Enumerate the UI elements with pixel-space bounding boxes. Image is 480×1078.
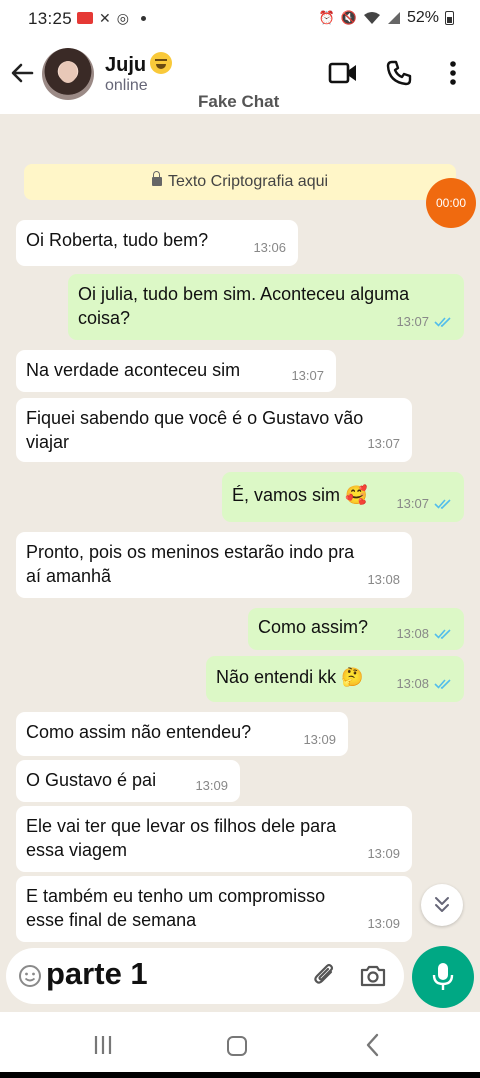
system-back-icon[interactable] — [362, 1032, 384, 1058]
message-time: 13:08 — [367, 572, 400, 587]
message-bubble-incoming[interactable]: O Gustavo é pai 13:09 — [16, 760, 240, 802]
message-text: Não entendi kk 🤔 — [216, 667, 364, 687]
recent-apps-icon[interactable] — [92, 1034, 114, 1056]
grinning-emoji-icon — [150, 52, 173, 74]
message-text: Fiquei sabendo que você é o Gustavo vão v… — [26, 408, 364, 452]
message-text: O Gustavo é pai — [26, 770, 157, 790]
message-time: 13:07 — [396, 496, 429, 511]
message-text: Como assim não entendeu? — [26, 722, 252, 742]
message-text: Ele vai ter que levar os filhos dele par… — [26, 816, 337, 860]
signal-icon — [387, 12, 400, 24]
message-time: 13:09 — [367, 846, 400, 861]
message-text: Oi Roberta, tudo bem? — [26, 230, 209, 250]
message-meta: 13:08 — [367, 568, 400, 592]
chat-header: Juju online Fake Chat — [0, 38, 480, 114]
status-notification-icons: ✕ ◎ — [77, 10, 146, 26]
recording-timer-badge: 00:00 — [426, 178, 476, 228]
message-text: Oi julia, tudo bem sim. Aconteceu alguma… — [78, 284, 410, 328]
message-time: 13:07 — [291, 368, 324, 383]
message-time: 13:09 — [367, 916, 400, 931]
message-text: É, vamos sim 🥰 — [232, 485, 368, 505]
message-time: 13:06 — [253, 240, 286, 255]
contact-status: online — [105, 77, 148, 94]
contact-name-wrap[interactable]: Juju — [105, 52, 173, 77]
double-check-icon — [434, 317, 451, 327]
message-bubble-outgoing[interactable]: Oi julia, tudo bem sim. Aconteceu alguma… — [68, 274, 464, 340]
message-time: 13:07 — [396, 314, 429, 329]
message-text: Na verdade aconteceu sim — [26, 360, 241, 380]
mic-icon — [432, 963, 454, 990]
instagram-icon: ◎ — [116, 10, 129, 26]
message-text: E também eu tenho um compromisso esse fin… — [26, 886, 326, 930]
message-time: 13:09 — [303, 732, 336, 747]
message-bubble-incoming[interactable]: Ele vai ter que levar os filhos dele par… — [16, 806, 412, 872]
video-call-icon[interactable] — [328, 60, 358, 86]
message-time: 13:08 — [396, 626, 429, 641]
message-meta: 13:08 — [396, 672, 452, 696]
capcut-icon: ✕ — [99, 10, 111, 26]
message-time: 13:09 — [195, 778, 228, 793]
message-list[interactable]: Texto Criptografia aqui 00:00 Oi Roberta… — [0, 114, 480, 944]
camera-icon[interactable] — [359, 962, 387, 990]
battery-icon — [445, 11, 454, 25]
chat-screen: 13:25 ✕ ◎ ⏰ 🔇 52% Juju online Fake Chat — [0, 0, 480, 1078]
encryption-notice[interactable]: Texto Criptografia aqui — [24, 164, 456, 200]
voice-call-icon[interactable] — [385, 59, 413, 87]
status-system-icons: ⏰ 🔇 52% — [319, 9, 454, 27]
message-input[interactable]: parte 1 — [46, 956, 148, 992]
more-options-icon[interactable] — [441, 58, 465, 88]
message-bubble-incoming[interactable]: Como assim não entendeu? 13:09 — [16, 712, 348, 756]
message-meta: 13:09 — [303, 728, 336, 752]
voice-record-button[interactable] — [412, 946, 474, 1008]
message-time: 13:08 — [396, 676, 429, 691]
status-bar: 13:25 ✕ ◎ ⏰ 🔇 52% — [0, 0, 480, 38]
contact-name[interactable]: Juju — [105, 54, 146, 76]
message-bubble-incoming[interactable]: E também eu tenho um compromisso esse fin… — [16, 876, 412, 942]
message-meta: 13:07 — [396, 310, 452, 334]
attach-icon[interactable] — [311, 962, 339, 990]
message-bubble-outgoing[interactable]: Como assim? 13:08 — [248, 608, 464, 650]
message-meta: 13:09 — [367, 912, 400, 936]
message-meta: 13:07 — [367, 432, 400, 456]
screen-record-icon — [77, 12, 93, 24]
message-time: 13:07 — [367, 436, 400, 451]
battery-percent: 52% — [406, 9, 439, 26]
message-meta: 13:09 — [367, 842, 400, 866]
message-composer[interactable]: parte 1 — [6, 948, 404, 1004]
message-meta: 13:09 — [195, 774, 228, 798]
watermark-label: Fake Chat — [198, 92, 280, 111]
avatar[interactable] — [42, 48, 94, 100]
emoji-icon[interactable] — [18, 964, 42, 988]
message-meta: 13:07 — [291, 364, 324, 388]
message-bubble-incoming[interactable]: Na verdade aconteceu sim 13:07 — [16, 350, 336, 392]
more-notifications-icon — [140, 15, 146, 21]
lock-icon — [151, 171, 162, 186]
message-meta: 13:07 — [396, 492, 452, 516]
double-check-icon — [434, 629, 451, 639]
mute-icon: 🔇 — [340, 10, 357, 25]
message-bubble-incoming[interactable]: Pronto, pois os meninos estarão indo pra… — [16, 532, 412, 598]
back-arrow-icon[interactable] — [8, 59, 36, 87]
message-bubble-incoming[interactable]: Fiquei sabendo que você é o Gustavo vão v… — [16, 398, 412, 462]
encryption-text: Texto Criptografia aqui — [167, 173, 329, 190]
home-icon[interactable] — [227, 1036, 247, 1056]
alarm-icon: ⏰ — [318, 10, 335, 25]
message-meta: 13:06 — [253, 236, 286, 260]
message-text: Como assim? — [258, 617, 369, 637]
wifi-icon — [363, 12, 380, 24]
scroll-down-icon — [435, 897, 449, 912]
double-check-icon — [434, 679, 451, 689]
double-check-icon — [434, 499, 451, 509]
scroll-to-bottom-button[interactable] — [421, 884, 463, 926]
message-bubble-outgoing[interactable]: É, vamos sim 🥰 13:07 — [222, 472, 464, 522]
status-time: 13:25 — [28, 9, 73, 28]
message-bubble-incoming[interactable]: Oi Roberta, tudo bem? 13:06 — [16, 220, 298, 266]
message-bubble-outgoing[interactable]: Não entendi kk 🤔 13:08 — [206, 656, 464, 702]
message-meta: 13:08 — [396, 622, 452, 646]
message-text: Pronto, pois os meninos estarão indo pra… — [26, 542, 355, 586]
bottom-edge — [0, 1072, 480, 1078]
system-nav-bar — [0, 1012, 480, 1078]
